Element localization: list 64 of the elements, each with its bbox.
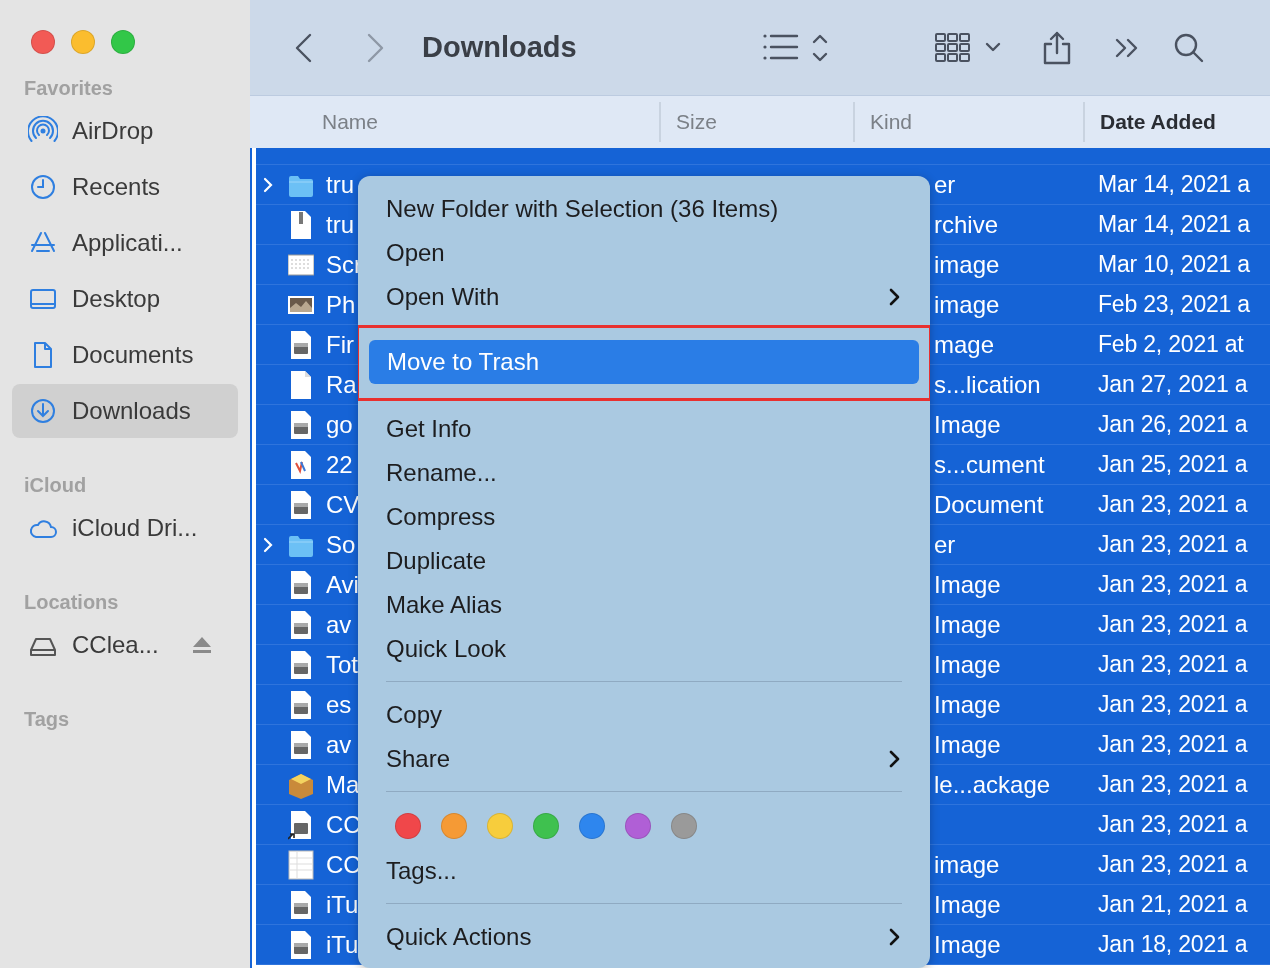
file-name: So (325, 530, 356, 559)
section-heading: Locations (23, 590, 120, 615)
date-added: Jan 23, 2021 a (1098, 651, 1248, 678)
file-name: tru (325, 170, 354, 199)
date-added: Jan 25, 2021 a (1098, 451, 1248, 478)
file-kind: rchive (933, 210, 999, 239)
date-added: Jan 23, 2021 a (1098, 771, 1248, 798)
file-name: CC (325, 850, 361, 879)
file-name: CV (325, 490, 360, 519)
section-heading: iCloud (23, 473, 88, 498)
date-added: Jan 23, 2021 a (1098, 571, 1248, 598)
file-kind: image (933, 250, 1000, 279)
file-name: av (325, 730, 352, 759)
file-name: es (325, 690, 352, 719)
date-added: Jan 21, 2021 a (1098, 891, 1248, 918)
file-kind: er (933, 170, 956, 199)
file-name: Fir (325, 330, 354, 359)
file-kind: Document (933, 490, 1044, 519)
file-name: iTu (325, 930, 359, 959)
date-added: Jan 23, 2021 a (1098, 811, 1248, 838)
file-kind: Image (933, 650, 1001, 679)
date-added: Mar 14, 2021 a (1098, 211, 1250, 238)
date-added: Jan 27, 2021 a (1098, 371, 1248, 398)
file-name: Scr (325, 250, 362, 279)
file-name: tru (325, 210, 354, 239)
file-kind: Image (933, 730, 1001, 759)
file-name: Ra (325, 370, 357, 399)
file-kind: Image (933, 890, 1001, 919)
section-heading: Favorites (23, 76, 114, 101)
date-added: Feb 23, 2021 a (1098, 291, 1250, 318)
file-kind: er (933, 530, 956, 559)
file-name: av (325, 610, 352, 639)
file-name: Ph (325, 290, 356, 319)
file-name: iTu (325, 890, 359, 919)
date-added: Mar 10, 2021 a (1098, 251, 1250, 278)
section-heading: Tags (23, 707, 71, 732)
file-name: Ma (325, 770, 360, 799)
date-added: Jan 23, 2021 a (1098, 691, 1248, 718)
file-name: Tot (325, 650, 358, 679)
file-kind: Image (933, 690, 1001, 719)
file-kind: image (933, 290, 1000, 319)
file-kind: image (933, 850, 1000, 879)
file-name: Avi (325, 570, 359, 599)
file-kind: Image (933, 410, 1001, 439)
date-added: Feb 2, 2021 at (1098, 331, 1244, 358)
file-kind: Image (933, 570, 1001, 599)
date-added: Jan 26, 2021 a (1098, 411, 1248, 438)
date-added: Jan 23, 2021 a (1098, 731, 1248, 758)
file-kind: s...lication (933, 370, 1041, 399)
file-kind: s...cument (933, 450, 1045, 479)
file-kind: Image (933, 610, 1001, 639)
date-added: Jan 23, 2021 a (1098, 491, 1248, 518)
file-name: 22 (325, 450, 353, 479)
date-added: Mar 14, 2021 a (1098, 171, 1250, 198)
file-name: CC (325, 810, 361, 839)
date-added: Jan 23, 2021 a (1098, 851, 1248, 878)
date-added: Jan 18, 2021 a (1098, 931, 1248, 958)
file-kind: mage (933, 330, 995, 359)
date-added: Jan 23, 2021 a (1098, 611, 1248, 638)
date-added: Jan 23, 2021 a (1098, 531, 1248, 558)
file-kind: Image (933, 930, 1001, 959)
window-title: Downloads (422, 31, 578, 64)
file-kind: le...ackage (933, 770, 1051, 799)
file-name: go (325, 410, 353, 439)
